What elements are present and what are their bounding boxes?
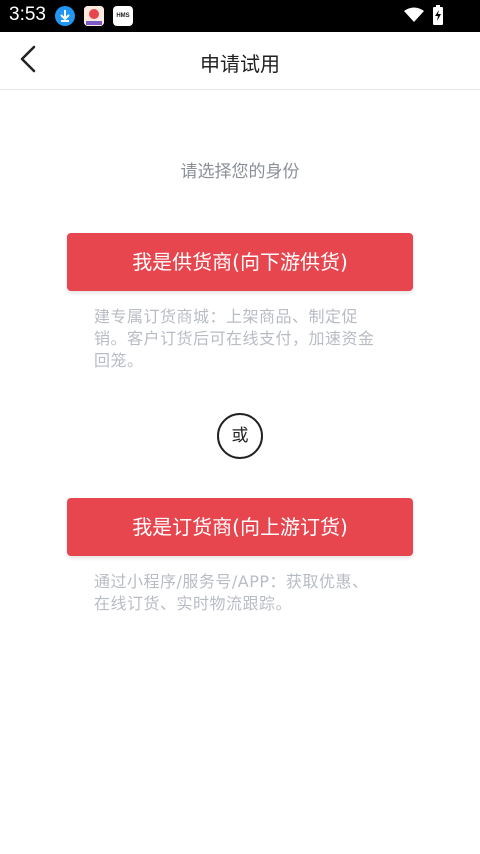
or-divider: 或 — [217, 413, 263, 459]
status-bar: 3:53 HMS — [0, 0, 480, 32]
app-notification-icon — [84, 6, 104, 26]
identity-prompt: 请选择您的身份 — [180, 162, 300, 182]
page-title: 申请试用 — [200, 52, 280, 76]
supplier-button[interactable]: 我是供货商(向下游供货) — [67, 233, 413, 291]
hms-icon: HMS — [113, 6, 133, 26]
supplier-description: 建专属订货商城：上架商品、制定促销。客户订货后可在线支付，加速资金回笼。 — [94, 307, 375, 370]
battery-charging-icon — [432, 5, 444, 29]
buyer-description: 通过小程序/服务号/APP：获取优惠、在线订货、实时物流跟踪。 — [94, 572, 369, 613]
download-icon — [55, 6, 75, 26]
wifi-icon — [404, 7, 424, 27]
nav-bar: 申请试用 — [0, 32, 480, 90]
buyer-button[interactable]: 我是订货商(向上游订货) — [67, 498, 413, 556]
status-time: 3:53 — [9, 4, 46, 25]
